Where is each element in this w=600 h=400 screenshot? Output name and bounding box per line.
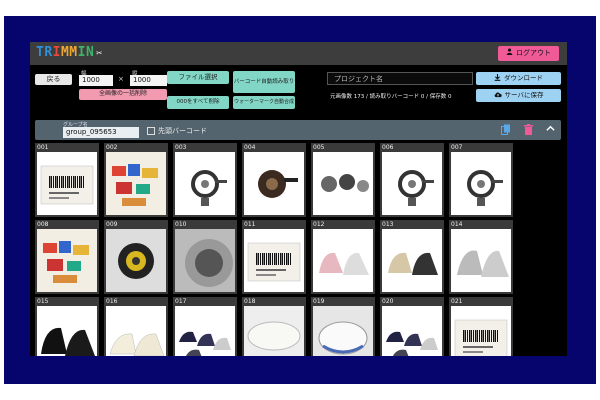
thumbnail-008[interactable]: 008 [35, 220, 99, 294]
thumbnail-number: 004 [244, 144, 256, 151]
app-window: TRIMMIN ✂ ログアウト 戻る 幅 1000 × 縦 1000 全画像の一括… [30, 42, 567, 356]
thumbnail-image [244, 152, 304, 215]
project-name-input[interactable]: プロジェクト名 [327, 72, 473, 85]
back-button[interactable]: 戻る [35, 74, 72, 85]
watermark-button[interactable]: ウォーターマーク自動合成 [233, 96, 295, 109]
logo-part-3: MM [60, 45, 78, 60]
thumbnail-image [382, 229, 442, 292]
thumbnail-image [451, 306, 511, 356]
thumbnail-number: 011 [244, 221, 256, 228]
thumbnail-image [106, 306, 166, 356]
thumbnail-image [106, 229, 166, 292]
thumbnail-018[interactable]: 018 [242, 297, 306, 356]
thumbnail-number: 015 [37, 298, 49, 305]
logout-button[interactable]: ログアウト [498, 46, 559, 61]
thumbnail-image [175, 229, 235, 292]
group-name-input[interactable]: group_095653 [63, 127, 139, 138]
thumbnail-number: 021 [451, 298, 463, 305]
copy-icon[interactable] [501, 124, 511, 138]
thumbnail-number: 012 [313, 221, 325, 228]
cloud-upload-icon [494, 91, 502, 100]
thumbnail-number: 001 [37, 144, 49, 151]
thumbnail-number: 005 [313, 144, 325, 151]
thumbnail-number: 017 [175, 298, 187, 305]
thumbnail-012[interactable]: 012 [311, 220, 375, 294]
logout-label: ログアウト [516, 49, 551, 57]
group-bar: グループ名 group_095653 先頭バーコード [35, 120, 561, 140]
thumbnail-image [451, 152, 511, 215]
download-icon [494, 73, 501, 83]
thumbnail-015[interactable]: 015 [35, 297, 99, 356]
thumbnail-image [37, 306, 97, 356]
stats-text: 元画像数 173 / 読み取りバーコード 0 / 保存数 0 [330, 94, 452, 100]
thumbnail-number: 007 [451, 144, 463, 151]
thumbnail-005[interactable]: 005 [311, 143, 375, 217]
save-server-label: サーバに保存 [504, 90, 544, 99]
app-header: TRIMMIN ✂ ログアウト [30, 42, 567, 65]
width-input[interactable]: 1000 [79, 75, 113, 86]
times-sign: × [118, 75, 124, 83]
thumbnail-image [106, 152, 166, 215]
thumbnail-001[interactable]: 001 [35, 143, 99, 217]
thumbnail-image [37, 152, 97, 215]
bulk-delete-button[interactable]: 全画像の一括削除 [79, 89, 167, 100]
download-button[interactable]: ダウンロード [476, 72, 561, 85]
thumbnail-number: 019 [313, 298, 325, 305]
thumbnail-017[interactable]: 017 [173, 297, 237, 356]
thumbnail-003[interactable]: 003 [173, 143, 237, 217]
reset-all-button[interactable]: 000をすべて削除 [167, 96, 229, 109]
thumbnail-image [382, 306, 442, 356]
thumbnail-image [37, 229, 97, 292]
thumbnail-013[interactable]: 013 [380, 220, 444, 294]
thumbnail-number: 014 [451, 221, 463, 228]
save-server-button[interactable]: サーバに保存 [476, 89, 561, 102]
lead-barcode-checkbox[interactable]: 先頭バーコード [147, 126, 207, 136]
delete-icon[interactable] [524, 124, 533, 138]
thumbnail-number: 020 [382, 298, 394, 305]
thumbnail-014[interactable]: 014 [449, 220, 513, 294]
logo-part-2: I [52, 45, 61, 60]
file-select-button[interactable]: ファイル選択 [167, 71, 229, 84]
thumbnail-019[interactable]: 019 [311, 297, 375, 356]
thumbnail-number: 003 [175, 144, 187, 151]
thumbnail-image [244, 306, 304, 356]
thumbnail-011[interactable]: 011 [242, 220, 306, 294]
thumbnail-image [313, 229, 373, 292]
thumbnail-image [382, 152, 442, 215]
trimmin-logo: TRIMMIN ✂ [36, 45, 103, 60]
thumbnail-number: 018 [244, 298, 256, 305]
thumbnail-image [451, 229, 511, 292]
thumbnail-004[interactable]: 004 [242, 143, 306, 217]
chevron-up-icon[interactable] [546, 124, 555, 136]
height-input[interactable]: 1000 [130, 75, 167, 86]
thumbnail-020[interactable]: 020 [380, 297, 444, 356]
thumbnail-009[interactable]: 009 [104, 220, 168, 294]
thumbnail-image [313, 306, 373, 356]
thumbnail-number: 002 [106, 144, 118, 151]
logo-part-4: IN [77, 45, 95, 60]
scissors-icon: ✂ [96, 48, 103, 59]
thumbnail-number: 008 [37, 221, 49, 228]
person-icon [506, 46, 513, 61]
checkbox-box [147, 127, 155, 135]
download-label: ダウンロード [504, 73, 543, 82]
thumbnail-016[interactable]: 016 [104, 297, 168, 356]
logo-part-1: TR [36, 45, 53, 60]
thumbnail-007[interactable]: 007 [449, 143, 513, 217]
thumbnail-number: 016 [106, 298, 118, 305]
thumbnail-image [313, 152, 373, 215]
barcode-read-button[interactable]: バーコード自動読み取り [233, 71, 295, 93]
thumbnail-021[interactable]: 021 [449, 297, 513, 356]
thumbnail-image [244, 229, 304, 292]
lead-barcode-label: 先頭バーコード [158, 127, 207, 135]
thumbnail-image [175, 152, 235, 215]
thumbnail-number: 006 [382, 144, 394, 151]
thumbnail-010[interactable]: 010 [173, 220, 237, 294]
thumbnail-number: 013 [382, 221, 394, 228]
thumbnail-image [175, 306, 235, 356]
thumbnail-number: 010 [175, 221, 187, 228]
thumbnail-002[interactable]: 002 [104, 143, 168, 217]
thumbnail-number: 009 [106, 221, 118, 228]
thumbnail-006[interactable]: 006 [380, 143, 444, 217]
